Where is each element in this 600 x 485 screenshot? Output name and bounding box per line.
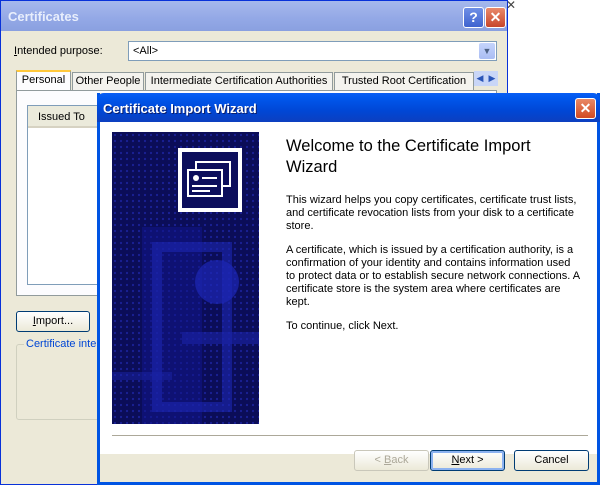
chevron-down-icon[interactable]: ▼	[479, 43, 495, 59]
chevron-left-icon[interactable]: ◀	[474, 71, 486, 86]
tab-other-people[interactable]: Other People	[72, 72, 144, 90]
wizard-heading: Welcome to the Certificate Import Wizard	[286, 137, 531, 176]
import-wizard-window: Certificate Import Wizard ✕ Welcome to t…	[97, 93, 600, 485]
intended-purpose-label: Intended purpose:	[14, 45, 103, 57]
intended-purpose-select[interactable]: <All> ▼	[128, 41, 497, 61]
import-button[interactable]: Import...	[16, 311, 90, 332]
chevron-right-icon[interactable]: ▶	[486, 71, 498, 86]
wizard-title: Certificate Import Wizard	[103, 101, 257, 116]
wizard-continue-text: To continue, click Next.	[286, 320, 399, 332]
column-issued-to[interactable]: Issued To	[38, 111, 85, 123]
cancel-button[interactable]: Cancel	[514, 450, 589, 471]
next-button[interactable]: Next >	[430, 450, 505, 471]
wizard-separator	[112, 435, 588, 437]
certificate-icon	[178, 148, 242, 212]
back-button[interactable]: < Back	[354, 450, 429, 471]
help-button[interactable]: ?	[463, 7, 484, 28]
certificates-titlebar[interactable]: Certificates ? ✕	[1, 1, 507, 31]
wizard-titlebar[interactable]: Certificate Import Wizard ✕	[97, 93, 600, 122]
close-icon[interactable]: ✕	[485, 7, 506, 28]
tab-scroll-buttons: ◀ ▶	[474, 71, 498, 86]
wizard-body: Welcome to the Certificate Import Wizard…	[100, 122, 597, 454]
tab-trusted-root[interactable]: Trusted Root Certification	[334, 72, 474, 90]
wizard-explanation-text: A certificate, which is issued by a cert…	[286, 244, 580, 308]
close-icon: ✕	[506, 0, 517, 12]
wizard-banner	[112, 132, 259, 424]
certificates-title: Certificates	[8, 9, 79, 24]
close-icon[interactable]: ✕	[575, 98, 596, 119]
certificate-purposes-label: Certificate inter	[24, 338, 102, 350]
wizard-intro-text: This wizard helps you copy certificates,…	[286, 194, 577, 232]
tab-personal[interactable]: Personal	[16, 70, 71, 91]
tab-intermediate-ca[interactable]: Intermediate Certification Authorities	[145, 72, 333, 90]
intended-purpose-value: <All>	[133, 45, 159, 57]
